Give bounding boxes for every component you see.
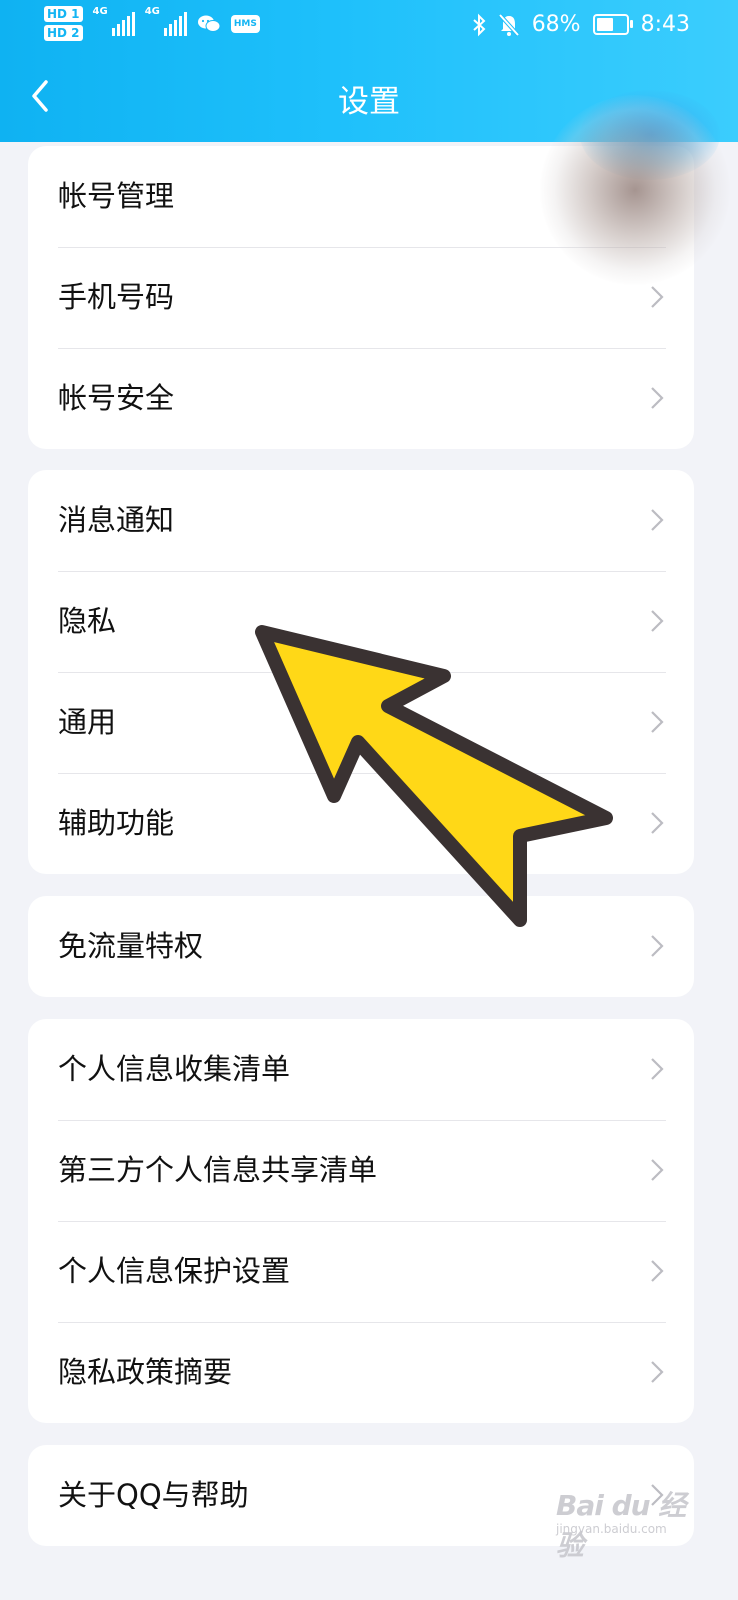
settings-item-label: 关于QQ与帮助 xyxy=(58,1478,249,1512)
settings-item-label: 辅助功能 xyxy=(58,806,175,840)
battery-fill xyxy=(596,18,613,31)
settings-item-account-security[interactable]: 帐号安全 xyxy=(28,348,694,449)
settings-item-info-collection-list[interactable]: 个人信息收集清单 xyxy=(28,1019,694,1120)
annotation-arrow-icon xyxy=(255,625,613,927)
status-right: 68% 8:43 xyxy=(472,12,690,37)
settings-item-third-party-sharing-list[interactable]: 第三方个人信息共享清单 xyxy=(28,1120,694,1221)
mute-bell-icon xyxy=(498,13,520,36)
bluetooth-icon xyxy=(473,13,486,36)
network-type-2: 4G xyxy=(144,6,160,17)
chevron-right-icon xyxy=(651,509,664,531)
redaction-smudge xyxy=(540,95,730,285)
sim2-badge: HD 2 xyxy=(44,25,83,41)
chevron-right-icon xyxy=(651,935,664,957)
settings-item-label: 个人信息收集清单 xyxy=(58,1052,291,1086)
chevron-right-icon xyxy=(651,711,664,733)
settings-item-label: 手机号码 xyxy=(58,280,175,314)
battery-icon xyxy=(592,14,633,35)
settings-item-label: 消息通知 xyxy=(58,503,175,537)
sim1-badge: HD 1 xyxy=(44,6,83,22)
settings-item-info-protection[interactable]: 个人信息保护设置 xyxy=(28,1221,694,1322)
settings-item-label: 个人信息保护设置 xyxy=(58,1254,291,1288)
chevron-right-icon xyxy=(651,286,664,308)
hms-icon: HMS xyxy=(230,15,260,33)
settings-item-label: 隐私政策摘要 xyxy=(58,1355,233,1389)
wechat-icon xyxy=(197,15,221,32)
baidu-watermark: Bai du 经验 jingyan.baidu.com xyxy=(556,1478,706,1562)
settings-item-privacy-policy-summary[interactable]: 隐私政策摘要 xyxy=(28,1322,694,1423)
settings-item-label: 帐号管理 xyxy=(58,179,175,213)
chevron-right-icon xyxy=(651,1260,664,1282)
sim-badges: HD 1 HD 2 xyxy=(44,6,83,41)
chevron-right-icon xyxy=(651,610,664,632)
settings-item-label: 隐私 xyxy=(58,604,117,638)
chevron-right-icon xyxy=(651,387,664,409)
clock: 8:43 xyxy=(640,12,690,37)
signal-1-icon: 4G xyxy=(93,6,135,36)
chevron-right-icon xyxy=(651,1058,664,1080)
chevron-right-icon xyxy=(651,812,664,834)
chevron-right-icon xyxy=(651,1159,664,1181)
signal-2-icon: 4G xyxy=(145,6,187,36)
settings-item-label: 帐号安全 xyxy=(58,381,175,415)
settings-group-personal-info: 个人信息收集清单 第三方个人信息共享清单 个人信息保护设置 隐私政策摘要 xyxy=(28,1019,694,1423)
settings-item-label: 通用 xyxy=(58,705,117,739)
battery-percent: 68% xyxy=(531,12,581,37)
chevron-right-icon xyxy=(651,1361,664,1383)
status-left: HD 1 HD 2 4G 4G HMS xyxy=(44,6,260,41)
status-bar: HD 1 HD 2 4G 4G HMS 68% 8:43 xyxy=(0,0,738,52)
settings-item-notifications[interactable]: 消息通知 xyxy=(28,470,694,571)
settings-item-label: 免流量特权 xyxy=(58,929,204,963)
settings-item-label: 第三方个人信息共享清单 xyxy=(58,1153,378,1187)
watermark-sub: jingyan.baidu.com xyxy=(556,1522,667,1536)
network-type-1: 4G xyxy=(92,6,108,17)
